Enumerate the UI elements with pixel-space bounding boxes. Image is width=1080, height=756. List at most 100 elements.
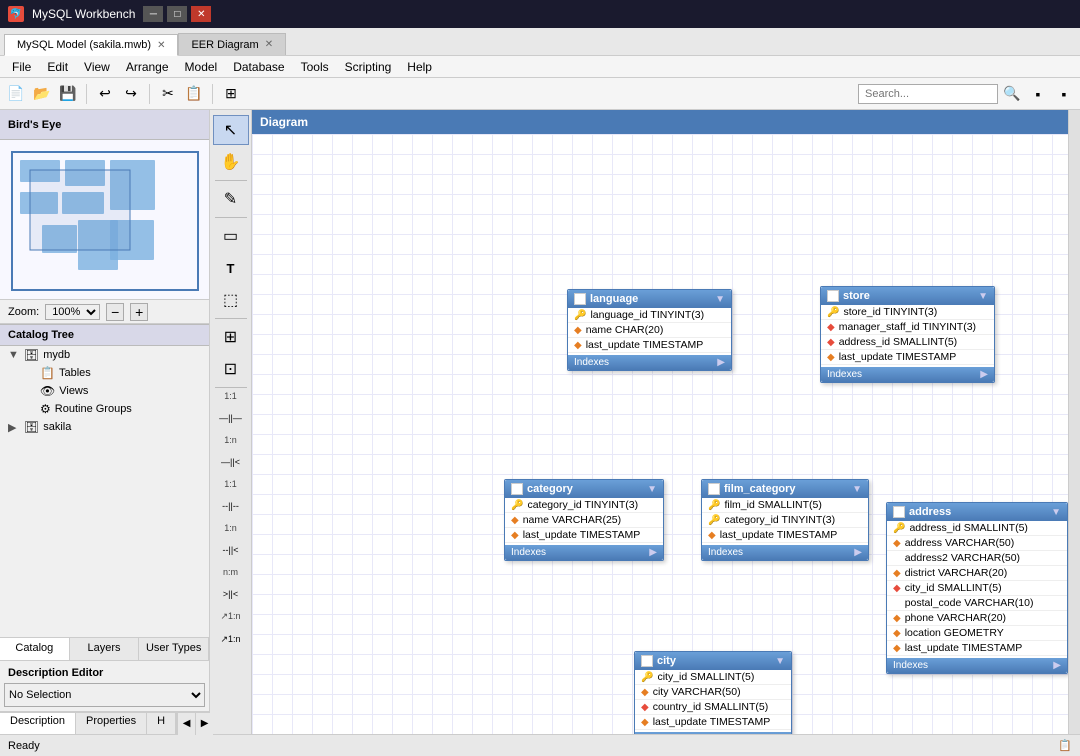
table-store[interactable]: ▦ store ▼ 🔑 store_id TINYINT(3) ◆ manage… [820, 286, 995, 383]
text-tool-button[interactable]: T [213, 253, 249, 283]
nn-icon: ◆ [893, 628, 901, 639]
zoom-out-button[interactable]: − [106, 303, 124, 321]
toolbar-open[interactable]: 📂 [30, 82, 54, 106]
tab-eer[interactable]: EER Diagram ✕ [178, 33, 286, 55]
menu-database[interactable]: Database [225, 58, 292, 76]
hand-tool-button[interactable]: ✋ [213, 147, 249, 177]
nn-icon: ◆ [708, 530, 716, 541]
description-selection-dropdown[interactable]: No Selection [4, 683, 205, 707]
pk-icon: 🔑 [708, 500, 720, 511]
toolbar-extra[interactable]: ⊞ [219, 82, 243, 106]
right-scroll-area[interactable] [1069, 110, 1080, 734]
maximize-button[interactable]: □ [167, 6, 187, 22]
diagram-canvas[interactable]: ┤├ || || ╟ ▦ [252, 134, 1068, 734]
rel-1nb-tool-button[interactable]: --||< [213, 535, 249, 565]
expand-icon[interactable]: ▼ [715, 294, 725, 305]
table-name: city [657, 655, 676, 667]
tree-node-views[interactable]: 👁 Views [0, 382, 209, 400]
table-city[interactable]: ▦ city ▼ 🔑 city_id SMALLINT(5) ◆ city VA… [634, 651, 792, 734]
toolbar-save[interactable]: 💾 [56, 82, 80, 106]
tree-node-sakila[interactable]: ▶ 🗄 sakila [0, 418, 209, 436]
tree-node-mydb[interactable]: ▼ 🗄 mydb [0, 346, 209, 364]
rel-1n-tool-button[interactable]: —||< [213, 447, 249, 477]
menu-tools[interactable]: Tools [293, 58, 337, 76]
search-button[interactable]: 🔍 [1000, 82, 1024, 106]
nn-icon: ◆ [574, 325, 582, 336]
zoom-select[interactable]: 100% 75% 50% 150% [45, 304, 100, 320]
field-store-id: 🔑 store_id TINYINT(3) [821, 305, 994, 320]
menu-scripting[interactable]: Scripting [337, 58, 400, 76]
expand-icon[interactable]: ▼ [775, 656, 785, 667]
right-sidebar-scroll[interactable] [1068, 110, 1080, 734]
sidebar-tab-user-types[interactable]: User Types [139, 638, 209, 660]
table-language[interactable]: ▦ language ▼ 🔑 language_id TINYINT(3) ◆ … [567, 289, 732, 371]
table-category[interactable]: ▦ category ▼ 🔑 category_id TINYINT(3) ◆ … [504, 479, 664, 561]
view-tool-button[interactable]: ⊡ [213, 354, 249, 384]
menu-view[interactable]: View [76, 58, 118, 76]
close-button[interactable]: ✕ [191, 6, 211, 22]
table-address[interactable]: ▦ address ▼ 🔑 address_id SMALLINT(5) ◆ a… [886, 502, 1068, 674]
bottom-tab-description[interactable]: Description [0, 713, 76, 734]
expand-icon[interactable]: ▼ [852, 484, 862, 495]
rect-tool-button[interactable]: ▭ [213, 221, 249, 251]
toolbar-sep3 [212, 84, 213, 104]
rel-fk-tool-button[interactable]: ↗1:n [213, 624, 249, 654]
menu-file[interactable]: File [4, 58, 39, 76]
field-name: city_id SMALLINT(5) [905, 582, 1002, 594]
expand-icon: ▶ [717, 357, 725, 368]
zoom-in-button[interactable]: + [130, 303, 148, 321]
tab-model-close[interactable]: ✕ [157, 40, 165, 51]
zoom-bar: Zoom: 100% 75% 50% 150% − + [0, 300, 209, 324]
expand-icon[interactable]: ▼ [647, 484, 657, 495]
indexes-bar[interactable]: Indexes ▶ [702, 545, 868, 560]
menu-edit[interactable]: Edit [39, 58, 76, 76]
tab-eer-close[interactable]: ✕ [265, 39, 273, 50]
select-tool-button[interactable]: ↖ [213, 115, 249, 145]
toolbar-sep2 [149, 84, 150, 104]
view-toggle-2[interactable]: ▪ [1052, 82, 1076, 106]
menu-model[interactable]: Model [177, 58, 226, 76]
description-editor-label: Description Editor [4, 665, 205, 681]
menu-help[interactable]: Help [399, 58, 440, 76]
sidebar-tab-layers[interactable]: Layers [70, 638, 140, 660]
rel-nm-tool-button[interactable]: >||< [213, 579, 249, 609]
indexes-bar[interactable]: Indexes ▶ [505, 545, 663, 560]
toolbar-cut[interactable]: ✂ [156, 82, 180, 106]
tree-node-routine-groups[interactable]: ⚙ Routine Groups [0, 400, 209, 418]
view-toggle-1[interactable]: ▪ [1026, 82, 1050, 106]
indexes-bar[interactable]: Indexes ▶ [635, 732, 791, 734]
table-tool-button[interactable]: ⊞ [213, 322, 249, 352]
toolbar-undo[interactable]: ↩ [93, 82, 117, 106]
edit-tool-button[interactable]: ✎ [213, 184, 249, 214]
rel-11-tool-button[interactable]: —||— [213, 403, 249, 433]
sidebar-tab-catalog[interactable]: Catalog [0, 638, 70, 660]
table-film-category-header: ▦ film_category ▼ [702, 480, 868, 498]
pk-icon: 🔑 [893, 523, 905, 534]
image-tool-button[interactable]: ⬚ [213, 285, 249, 315]
spacer: ◆ [893, 553, 901, 564]
table-film-category[interactable]: ▦ film_category ▼ 🔑 film_id SMALLINT(5) … [701, 479, 869, 561]
bottom-tab-h[interactable]: H [147, 713, 176, 734]
indexes-bar[interactable]: Indexes ▶ [887, 658, 1067, 673]
bottom-tab-properties[interactable]: Properties [76, 713, 147, 734]
tab-model[interactable]: MySQL Model (sakila.mwb) ✕ [4, 34, 178, 56]
search-input[interactable] [858, 84, 998, 104]
toolbar-copy[interactable]: 📋 [182, 82, 206, 106]
field-language-id: 🔑 language_id TINYINT(3) [568, 308, 731, 323]
indexes-bar[interactable]: Indexes ▶ [568, 355, 731, 370]
expand-icon[interactable]: ▼ [978, 291, 988, 302]
toolbar-redo[interactable]: ↪ [119, 82, 143, 106]
menu-arrange[interactable]: Arrange [118, 58, 177, 76]
left-sidebar: Bird's Eye Zoom: 100% [0, 110, 210, 734]
tab-bar: MySQL Model (sakila.mwb) ✕ EER Diagram ✕ [0, 28, 1080, 56]
indexes-bar[interactable]: Indexes ▶ [821, 367, 994, 382]
tree-node-tables[interactable]: 📋 Tables [0, 364, 209, 382]
table-name: language [590, 293, 638, 305]
expand-icon[interactable]: ▼ [1051, 507, 1061, 518]
rel-11b-tool-button[interactable]: --||-- [213, 491, 249, 521]
table-name: store [843, 290, 870, 302]
minimize-button[interactable]: ─ [143, 6, 163, 22]
toolbar-new[interactable]: 📄 [4, 82, 28, 106]
nav-prev-button[interactable]: ◀ [177, 713, 195, 735]
field-name: last_update TIMESTAMP [523, 529, 641, 541]
